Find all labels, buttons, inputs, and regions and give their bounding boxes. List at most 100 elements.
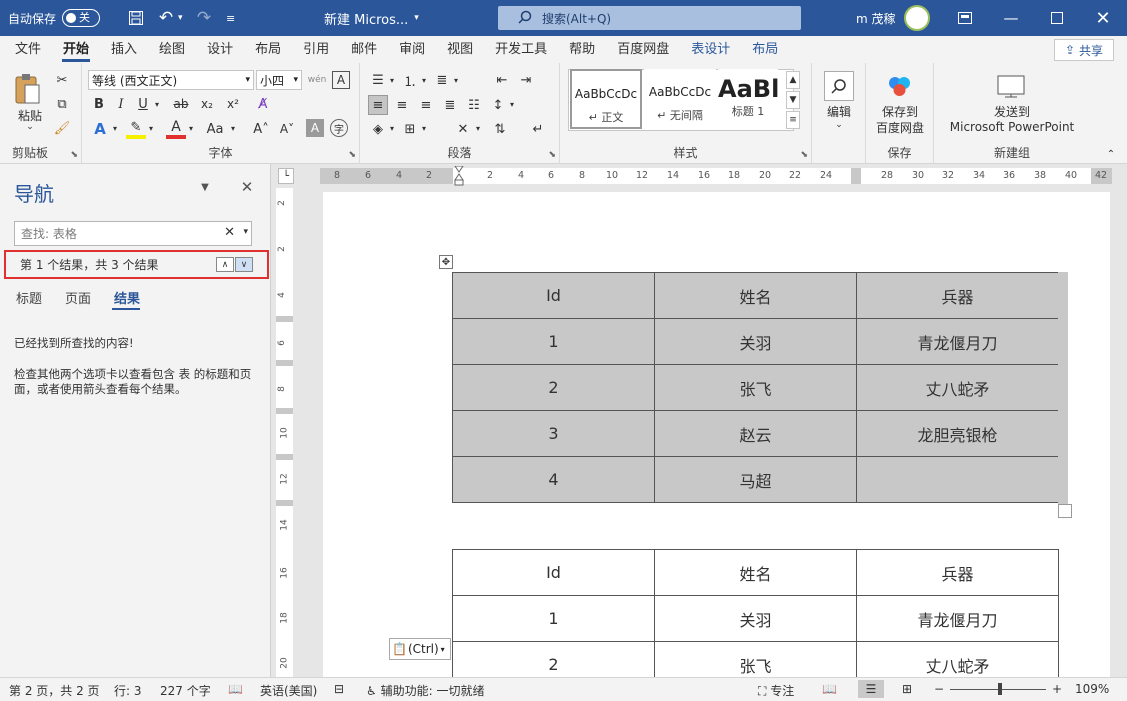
nav-search-input[interactable]: 查找: 表格 ✕ ▾ [14, 221, 252, 246]
tab-insert[interactable]: 插入 [100, 36, 148, 63]
table-header-cell[interactable]: 兵器 [856, 272, 1059, 319]
table-cell[interactable]: 张飞 [654, 364, 857, 411]
paste-dropdown-icon[interactable]: ⌄ [22, 121, 38, 133]
autosave-toggle[interactable]: 关 [62, 9, 101, 27]
proofing-icon[interactable]: 📖 [228, 682, 243, 696]
distributed-icon[interactable]: ☷ [464, 95, 484, 115]
borders-icon[interactable]: ⊞ [400, 119, 420, 139]
phonetic-guide-icon[interactable]: wén [308, 71, 327, 89]
text-effects-dropdown-icon[interactable]: ▾ [110, 121, 120, 135]
focus-mode[interactable]: ⛶ 专注 [758, 682, 794, 699]
font-launcher-icon[interactable]: ⬊ [348, 150, 356, 160]
font-size-select[interactable]: 小四 ▾ [256, 70, 302, 90]
styles-scroll-down-icon[interactable]: ▼ [786, 91, 800, 109]
nav-tab-pages[interactable]: 页面 [65, 288, 91, 307]
line-number[interactable]: 行: 3 [114, 682, 142, 699]
italic-icon[interactable]: I [112, 95, 130, 113]
multilevel-list-icon[interactable]: ≣ [432, 71, 452, 89]
table-selected[interactable]: Id 姓名 兵器 1 关羽 青龙偃月刀 2 张飞 丈八蛇矛 3 赵云 龙胆亮银枪… [452, 272, 1059, 503]
sort-icon[interactable]: ⇅ [490, 119, 510, 139]
nav-tab-results[interactable]: 结果 [114, 288, 140, 307]
justify-icon[interactable]: ≣ [440, 95, 460, 115]
search-options-icon[interactable]: ▾ [243, 227, 248, 237]
powerpoint-label[interactable]: Microsoft PowerPoint [934, 119, 1090, 135]
send-to-ppt-icon[interactable] [996, 73, 1026, 99]
font-color-icon[interactable]: A [166, 119, 186, 139]
document-page[interactable]: ✥ Id 姓名 兵器 1 关羽 青龙偃月刀 2 张飞 丈八蛇矛 3 赵云 龙胆亮… [323, 192, 1110, 677]
enclose-chars-icon[interactable]: 字 [330, 119, 348, 137]
tab-selector-icon[interactable]: └ [278, 168, 294, 184]
ribbon-display-options-icon[interactable] [942, 0, 988, 36]
align-left-icon[interactable]: ≡ [368, 95, 388, 115]
shading-dropdown-icon[interactable]: ▾ [388, 121, 396, 135]
tab-view[interactable]: 视图 [436, 36, 484, 63]
numbering-icon[interactable]: ⒈ [400, 71, 420, 90]
cut-icon[interactable]: ✂ [52, 71, 72, 89]
table-header-cell[interactable]: 姓名 [654, 549, 857, 596]
table-cell[interactable]: 青龙偃月刀 [856, 318, 1059, 365]
table-cell[interactable]: 赵云 [654, 410, 857, 457]
clear-search-icon[interactable]: ✕ [224, 225, 235, 240]
table-header-cell[interactable]: Id [452, 549, 655, 596]
web-layout-icon[interactable]: ⊞ [902, 682, 912, 696]
align-center-icon[interactable]: ≡ [392, 95, 412, 115]
style-heading-1[interactable]: AaBl 标题 1 [718, 69, 778, 129]
tab-references[interactable]: 引用 [292, 36, 340, 63]
indent-marker-icon[interactable] [454, 165, 464, 186]
font-color-dropdown-icon[interactable]: ▾ [186, 121, 196, 135]
table-header-cell[interactable]: Id [452, 272, 655, 319]
read-mode-icon[interactable]: 📖 [822, 682, 837, 696]
bullets-dropdown-icon[interactable]: ▾ [388, 73, 396, 87]
table-cell[interactable]: 2 [452, 641, 655, 677]
zoom-slider-thumb[interactable] [998, 683, 1002, 695]
paste-options-button[interactable]: 📋 (Ctrl) ▾ [389, 638, 451, 660]
tab-home[interactable]: 开始 [52, 36, 100, 63]
user-account[interactable]: m 茂稼 [856, 0, 930, 36]
change-case-icon[interactable]: Aa [202, 119, 228, 139]
undo-dropdown-icon[interactable]: ▾ [178, 0, 183, 36]
tab-table-layout[interactable]: 布局 [741, 36, 789, 63]
baidu-netdisk-label[interactable]: 百度网盘 [866, 119, 934, 135]
align-right-icon[interactable]: ≡ [416, 95, 436, 115]
baidu-netdisk-icon[interactable] [886, 73, 914, 99]
underline-icon[interactable]: U [134, 95, 152, 113]
nav-tab-headings[interactable]: 标题 [16, 288, 42, 307]
editing-label[interactable]: 编辑 [816, 103, 862, 119]
tab-draw[interactable]: 绘图 [148, 36, 196, 63]
multilevel-dropdown-icon[interactable]: ▾ [452, 73, 460, 87]
tab-baidu[interactable]: 百度网盘 [606, 36, 680, 63]
save-to-label[interactable]: 保存到 [866, 103, 934, 119]
customize-qat-icon[interactable]: ≡ [226, 0, 235, 36]
horizontal-ruler[interactable]: 8 6 4 2 2 4 6 8 10 12 14 16 18 20 22 24 … [320, 165, 1112, 186]
table-second[interactable]: Id 姓名 兵器 1 关羽 青龙偃月刀 2 张飞 丈八蛇矛 [452, 549, 1059, 677]
styles-launcher-icon[interactable]: ⬊ [800, 150, 808, 160]
search-box[interactable]: 搜索(Alt+Q) [498, 6, 801, 30]
page-count[interactable]: 第 2 页，共 2 页 [9, 682, 100, 699]
table-cell[interactable]: 丈八蛇矛 [856, 364, 1059, 411]
line-spacing-dropdown-icon[interactable]: ▾ [508, 97, 516, 111]
strikethrough-icon[interactable]: ab [170, 95, 192, 113]
zoom-level[interactable]: 109% [1075, 682, 1109, 696]
shrink-font-icon[interactable]: A˅ [276, 119, 298, 139]
table-cell[interactable]: 张飞 [654, 641, 857, 677]
table-resize-handle[interactable] [1058, 504, 1072, 518]
tab-design[interactable]: 设计 [196, 36, 244, 63]
find-icon[interactable] [824, 71, 854, 101]
editing-dropdown-icon[interactable]: ⌄ [831, 119, 847, 131]
styles-scroll-up-icon[interactable]: ▲ [786, 71, 800, 89]
collapse-ribbon-icon[interactable]: ⌃ [1104, 147, 1118, 161]
font-name-select[interactable]: 等线 (西文正文) ▾ [88, 70, 254, 90]
text-effects-icon[interactable]: A [90, 119, 110, 139]
char-border-icon[interactable]: A [332, 71, 350, 89]
table-cell[interactable]: 1 [452, 595, 655, 642]
close-button[interactable]: ✕ [1080, 0, 1126, 36]
paragraph-launcher-icon[interactable]: ⬊ [548, 150, 556, 160]
paste-icon[interactable] [10, 71, 44, 107]
bullets-icon[interactable]: ☰ [368, 71, 388, 89]
underline-dropdown-icon[interactable]: ▾ [152, 97, 162, 111]
tab-file[interactable]: 文件 [4, 36, 52, 63]
tab-table-design[interactable]: 表设计 [680, 36, 741, 63]
table-header-cell[interactable]: 姓名 [654, 272, 857, 319]
table-move-handle-icon[interactable]: ✥ [439, 255, 453, 269]
autosave[interactable]: 自动保存 关 [8, 0, 101, 36]
